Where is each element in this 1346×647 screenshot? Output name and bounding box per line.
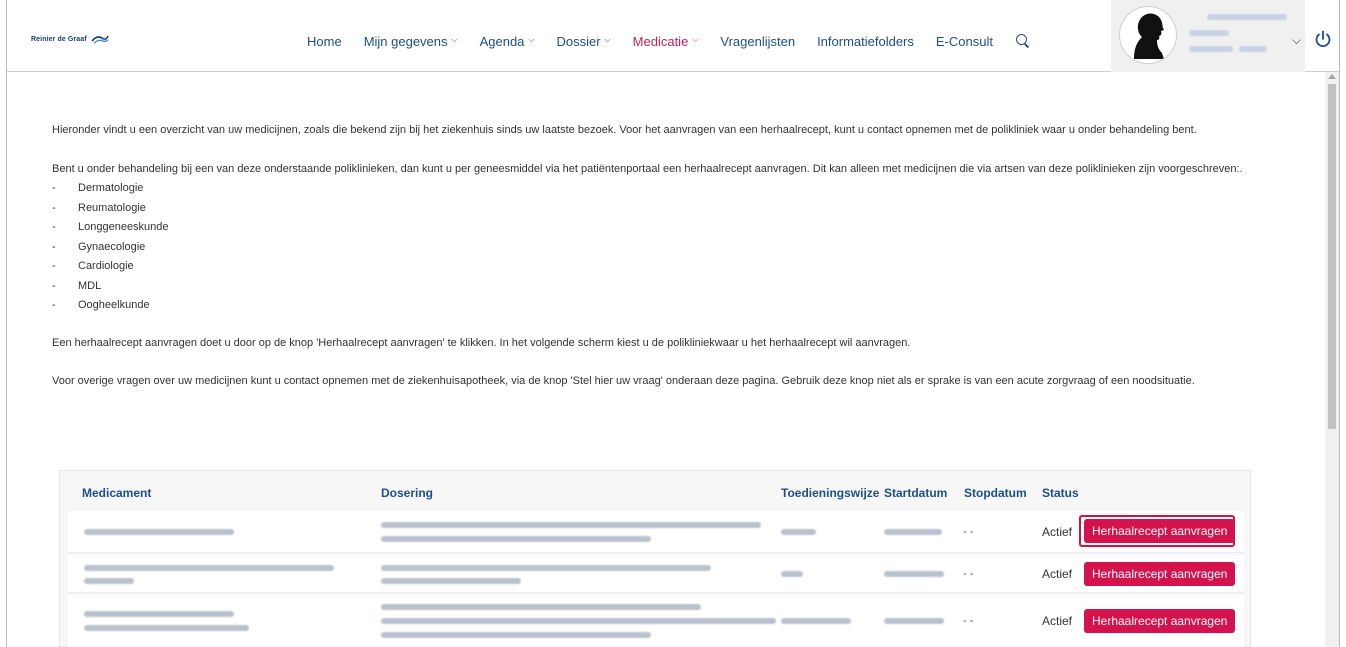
chevron-down-icon: ⌵ bbox=[451, 35, 458, 44]
browser-viewport: Reinier de Graaf Home Mijn gegevens ⌵ Ag… bbox=[6, 0, 1340, 647]
logo-text: Reinier de Graaf bbox=[31, 35, 87, 43]
list-item: - Reumatologie bbox=[52, 201, 146, 214]
search-icon[interactable] bbox=[1015, 33, 1031, 49]
silhouette-icon bbox=[1134, 13, 1164, 60]
chevron-down-icon: ⌵ bbox=[604, 35, 611, 44]
avatar bbox=[1119, 6, 1177, 64]
status-badge: Actief bbox=[1042, 567, 1073, 581]
blurred-dosering bbox=[381, 536, 651, 542]
nav-label: Vragenlijsten bbox=[720, 33, 796, 49]
list-item: - Gynaecologie bbox=[52, 240, 146, 253]
list-item: - Longgeneeskunde bbox=[52, 221, 169, 233]
list-item: - Cardiologie bbox=[52, 260, 134, 272]
medication-table: Medicament Dosering Toedieningswijze Sta… bbox=[59, 470, 1251, 647]
column-header-startdatum: Startdatum bbox=[884, 486, 948, 500]
other-questions-text: Voor overige vragen over uw medicijnen k… bbox=[52, 375, 1195, 387]
nav-informatiefolders[interactable]: Informatiefolders bbox=[817, 34, 914, 49]
blurred-dosering bbox=[381, 632, 651, 638]
nav-label: Medicatie bbox=[632, 33, 689, 49]
stopdatum: - - bbox=[963, 526, 974, 538]
nav-mijn-gegevens[interactable]: Mijn gegevens ⌵ bbox=[364, 34, 458, 49]
blurred-medicament bbox=[84, 578, 134, 584]
blurred-medicament bbox=[84, 529, 234, 535]
page-content: Hieronder vindt u een overzicht van uw m… bbox=[52, 121, 1292, 392]
blurred-dosering bbox=[381, 578, 521, 584]
nav-label: E-Consult bbox=[935, 33, 993, 49]
herhaalrecept-aanvragen-button[interactable]: Herhaalrecept aanvragen bbox=[1084, 519, 1236, 543]
column-header-medicament: Medicament bbox=[82, 486, 152, 500]
blurred-dosering bbox=[381, 618, 776, 624]
blurred-toedieningswijze bbox=[781, 571, 803, 577]
user-profile[interactable] bbox=[1111, 0, 1305, 72]
blurred-startdatum bbox=[884, 529, 942, 535]
logo[interactable]: Reinier de Graaf bbox=[31, 34, 109, 44]
blurred-user-gender bbox=[1239, 46, 1267, 52]
nav-home[interactable]: Home bbox=[307, 34, 342, 49]
table-row: - - Actief Herhaalrecept aanvragen bbox=[68, 555, 1244, 593]
blurred-toedieningswijze bbox=[781, 529, 816, 535]
blurred-dosering bbox=[381, 604, 701, 610]
polikliniek-intro-text: Bent u onder behandeling bij een van dez… bbox=[52, 162, 1243, 175]
nav-label: Mijn gegevens bbox=[363, 33, 448, 49]
blurred-user-id bbox=[1189, 30, 1229, 36]
status-badge: Actief bbox=[1042, 525, 1073, 539]
blurred-startdatum bbox=[884, 618, 944, 624]
blurred-medicament bbox=[84, 611, 234, 617]
power-icon[interactable] bbox=[1314, 30, 1332, 48]
blurred-startdatum bbox=[884, 571, 944, 577]
nav-label: Dossier bbox=[556, 33, 601, 49]
scroll-up-arrow-icon[interactable] bbox=[1328, 74, 1336, 79]
scrollbar[interactable] bbox=[1325, 72, 1339, 647]
column-header-toedieningswijze: Toedieningswijze bbox=[781, 486, 880, 500]
status-badge: Actief bbox=[1042, 614, 1073, 628]
column-header-status: Status bbox=[1042, 486, 1079, 500]
polikliniek-list: - Dermatologie - Reumatologie - Longgeneesk… bbox=[52, 179, 1292, 316]
blurred-medicament bbox=[84, 565, 334, 571]
intro-text: Hieronder vindt u een overzicht van uw m… bbox=[52, 124, 1197, 136]
nav-label: Agenda bbox=[479, 33, 525, 49]
chevron-down-icon[interactable]: ⌵ bbox=[1292, 33, 1301, 48]
nav-label: Home bbox=[307, 33, 342, 49]
blurred-user-dob bbox=[1189, 46, 1233, 52]
stopdatum: - - bbox=[963, 615, 974, 627]
site-header: Reinier de Graaf Home Mijn gegevens ⌵ Ag… bbox=[7, 0, 1339, 72]
nav-label: Informatiefolders bbox=[817, 33, 914, 49]
column-header-stopdatum: Stopdatum bbox=[964, 486, 1027, 500]
main-nav: Home Mijn gegevens ⌵ Agenda ⌵ Dossier ⌵ … bbox=[307, 33, 1031, 49]
chevron-down-icon: ⌵ bbox=[692, 35, 699, 44]
herhaalrecept-aanvragen-button[interactable]: Herhaalrecept aanvragen bbox=[1084, 562, 1236, 586]
column-header-dosering: Dosering bbox=[381, 486, 434, 500]
list-item: - Dermatologie bbox=[52, 182, 144, 194]
instruction-text: Een herhaalrecept aanvragen doet u door … bbox=[52, 336, 911, 349]
blurred-dosering bbox=[381, 565, 711, 571]
blurred-medicament bbox=[84, 625, 249, 631]
nav-e-consult[interactable]: E-Consult bbox=[936, 34, 993, 49]
table-row: - - Actief Herhaalrecept aanvragen bbox=[68, 595, 1244, 647]
logo-mark-icon bbox=[91, 35, 109, 44]
table-row: - - Actief Herhaalrecept aanvragen bbox=[68, 511, 1244, 553]
blurred-toedieningswijze bbox=[781, 618, 851, 624]
herhaalrecept-aanvragen-button[interactable]: Herhaalrecept aanvragen bbox=[1084, 609, 1236, 633]
blurred-dosering bbox=[381, 522, 761, 528]
nav-vragenlijsten[interactable]: Vragenlijsten bbox=[720, 34, 795, 49]
chevron-down-icon: ⌵ bbox=[528, 35, 535, 44]
list-item: - Oogheelkunde bbox=[52, 299, 150, 311]
scroll-thumb[interactable] bbox=[1328, 84, 1336, 429]
stopdatum: - - bbox=[963, 568, 974, 580]
blurred-user-name bbox=[1207, 14, 1287, 20]
nav-dossier[interactable]: Dossier ⌵ bbox=[557, 34, 611, 49]
list-item: - MDL bbox=[52, 279, 102, 292]
nav-medicatie[interactable]: Medicatie ⌵ bbox=[633, 34, 699, 49]
nav-agenda[interactable]: Agenda ⌵ bbox=[480, 34, 535, 49]
